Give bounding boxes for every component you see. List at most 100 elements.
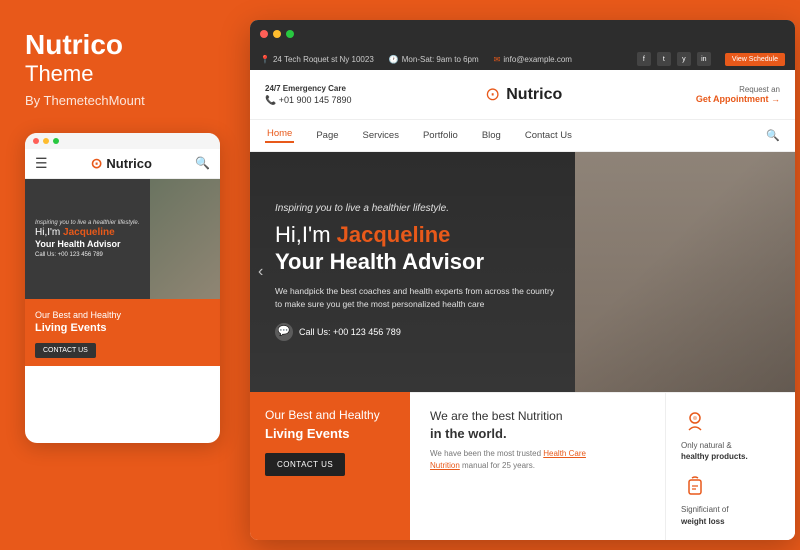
mobile-nav: ☰ ⊙ Nutrico 🔍 xyxy=(25,149,220,179)
icon-text-1: Only natural & healthy products. xyxy=(681,440,748,462)
social-icons: f t y in View Schedule xyxy=(637,52,785,66)
nav-item-home[interactable]: Home xyxy=(265,128,294,143)
mobile-inspiring-text: Inspiring you to live a healthier lifest… xyxy=(35,220,139,226)
hero-content: Inspiring you to live a healthier lifest… xyxy=(250,183,580,360)
hero-call-section: 💬 Call Us: +00 123 456 789 xyxy=(275,323,555,341)
nav-item-contact[interactable]: Contact Us xyxy=(523,130,574,141)
hours-item: 🕐 Mon-Sat: 9am to 6pm xyxy=(389,55,479,64)
desktop-mockup: 📍 24 Tech Roquet st Ny 10023 🕐 Mon-Sat: … xyxy=(250,20,795,540)
mobile-events-living-text: Living Events xyxy=(35,322,107,334)
address-item: 📍 24 Tech Roquet st Ny 10023 xyxy=(260,55,374,64)
mobile-events-title-text: Our Best and Healthy xyxy=(35,310,121,320)
events-title: Our Best and Healthy xyxy=(265,407,395,424)
mobile-contact-button[interactable]: CONTACT US xyxy=(35,343,96,358)
nutrition-title-text: We are the best Nutrition xyxy=(430,409,563,423)
nutrition-title: We are the best Nutrition in the world. xyxy=(430,408,645,443)
mobile-hero: Inspiring you to live a healthier lifest… xyxy=(25,179,220,299)
nutrition-bold-text: in the world. xyxy=(430,426,507,441)
contact-button[interactable]: CONTACT US xyxy=(265,453,345,476)
icon2-label: Significiant of xyxy=(681,505,729,514)
events-living-text: Living Events xyxy=(265,426,395,441)
top-bar: 📍 24 Tech Roquet st Ny 10023 🕐 Mon-Sat: … xyxy=(250,48,795,70)
desktop-titlebar xyxy=(250,20,795,48)
site-header: 24/7 Emergency Care 📞 +01 900 145 7890 ⊙… xyxy=(250,70,795,120)
hero-inspiring-text: Inspiring you to live a healthier lifest… xyxy=(275,203,555,214)
twitter-icon[interactable]: t xyxy=(657,52,671,66)
natural-products-icon xyxy=(681,408,709,436)
nav-item-services[interactable]: Services xyxy=(361,130,401,141)
desktop-dot-green xyxy=(286,30,294,38)
mobile-logo: ⊙ Nutrico xyxy=(91,155,152,172)
emergency-phone: 📞 +01 900 145 7890 xyxy=(265,94,352,107)
logo-icon: ⊙ xyxy=(485,84,500,105)
mobile-dot-green xyxy=(53,138,59,144)
icon-item-1: Only natural & healthy products. xyxy=(681,408,780,462)
nav-item-page[interactable]: Page xyxy=(314,130,340,141)
mobile-hero-content: Inspiring you to live a healthier lifest… xyxy=(25,212,149,266)
phone-icon: 📞 xyxy=(265,95,279,105)
hamburger-icon[interactable]: ☰ xyxy=(35,155,48,172)
icons-section: Only natural & healthy products. Signifi… xyxy=(665,392,795,540)
hero-hi-prefix: Hi,I'm xyxy=(275,222,331,247)
whatsapp-icon: 💬 xyxy=(275,323,293,341)
facebook-icon[interactable]: f xyxy=(637,52,651,66)
hero-description-text: We handpick the best coaches and health … xyxy=(275,285,555,311)
nutrition-link[interactable]: Health Care Nutrition xyxy=(430,449,586,470)
email-item: ✉ info@example.com xyxy=(494,55,572,64)
icon-text-2: Significiant of weight loss xyxy=(681,504,729,526)
mobile-titlebar xyxy=(25,133,220,149)
brand-by: By ThemetechMount xyxy=(25,93,220,108)
email-icon: ✉ xyxy=(494,55,501,64)
hero-call-text: Call Us: +00 123 456 789 xyxy=(299,327,401,337)
hero-advisor-text: Your Health Advisor xyxy=(275,249,555,275)
youtube-icon[interactable]: y xyxy=(677,52,691,66)
mobile-dot-red xyxy=(33,138,39,144)
nav-item-blog[interactable]: Blog xyxy=(480,130,503,141)
site-navigation: Home Page Services Portfolio Blog Contac… xyxy=(250,120,795,152)
emergency-title: 24/7 Emergency Care xyxy=(265,83,352,94)
location-icon: 📍 xyxy=(260,55,270,64)
hero-hi-line: Hi,I'm Jacqueline xyxy=(275,222,555,248)
mobile-mockup: ☰ ⊙ Nutrico 🔍 Inspiring you to live a he… xyxy=(25,133,220,443)
events-panel: Our Best and Healthy Living Events CONTA… xyxy=(250,392,410,540)
desktop-dot-yellow xyxy=(273,30,281,38)
nav-item-portfolio[interactable]: Portfolio xyxy=(421,130,460,141)
mobile-logo-icon: ⊙ xyxy=(91,155,103,172)
site-logo: ⊙ Nutrico xyxy=(352,84,696,105)
mobile-call-text: Call Us: +00 123 456 789 xyxy=(35,252,139,258)
phone-number: +01 900 145 7890 xyxy=(279,95,352,105)
bottom-section: Our Best and Healthy Living Events CONTA… xyxy=(250,392,795,540)
mobile-search-icon[interactable]: 🔍 xyxy=(195,156,210,170)
icon2-sublabel: weight loss xyxy=(681,517,725,526)
weight-loss-icon xyxy=(681,472,709,500)
clock-icon: 🕐 xyxy=(389,55,399,64)
hero-overlay xyxy=(575,152,795,392)
mobile-bottom-section: Our Best and Healthy Living Events CONTA… xyxy=(25,299,220,366)
nutrition-desc: We have been the most trusted Health Car… xyxy=(430,448,610,472)
logo-text: Nutrico xyxy=(506,86,562,104)
hero-section: ‹ Inspiring you to live a healthier life… xyxy=(250,152,795,392)
mobile-hi-prefix: Hi,I'm xyxy=(35,227,60,238)
mobile-hi-text: Hi,I'm Jacqueline xyxy=(35,226,139,239)
events-title-text: Our Best and Healthy xyxy=(265,408,380,422)
mobile-advisor-text: Your Health Advisor xyxy=(35,239,139,249)
emergency-info: 24/7 Emergency Care 📞 +01 900 145 7890 xyxy=(265,83,352,107)
mobile-hero-bg xyxy=(150,179,220,299)
linkedin-icon[interactable]: in xyxy=(697,52,711,66)
icon1-label: Only natural & xyxy=(681,441,732,450)
mobile-events-title: Our Best and Healthy Living Events xyxy=(35,309,210,337)
hours-text: Mon-Sat: 9am to 6pm xyxy=(402,55,479,64)
mobile-name-text: Jacqueline xyxy=(63,227,115,238)
view-schedule-button[interactable]: View Schedule xyxy=(725,53,785,66)
appointment-link[interactable]: Get Appointment → xyxy=(696,94,780,104)
brand-name: Nutrico xyxy=(25,30,220,61)
left-panel: Nutrico Theme By ThemetechMount ☰ ⊙ Nutr… xyxy=(0,0,245,550)
nutrition-panel: We are the best Nutrition in the world. … xyxy=(410,392,665,540)
mobile-logo-text: Nutrico xyxy=(106,156,152,171)
brand-subtitle: Theme xyxy=(25,61,220,87)
nav-search-icon[interactable]: 🔍 xyxy=(766,129,780,142)
mobile-dot-yellow xyxy=(43,138,49,144)
header-right: Request an Get Appointment → xyxy=(696,85,780,104)
address-text: 24 Tech Roquet st Ny 10023 xyxy=(273,55,374,64)
hero-name-text: Jacqueline xyxy=(337,222,451,247)
